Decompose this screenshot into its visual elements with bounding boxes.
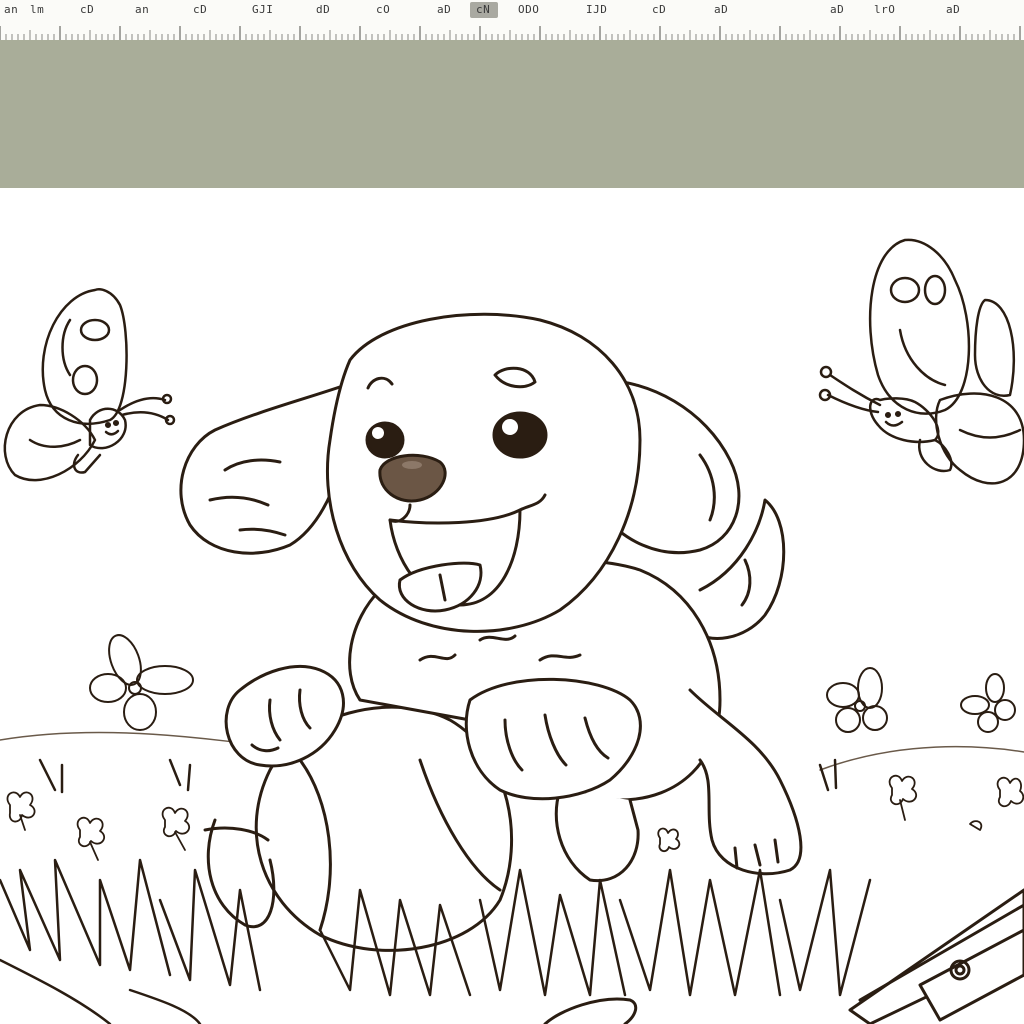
ruler-label: ODO	[518, 3, 540, 16]
ruler-label: cD	[80, 3, 95, 16]
flower-left-icon	[89, 634, 194, 731]
ruler-label: dD	[316, 3, 331, 16]
horizontal-ruler[interactable]: an lm cD an cD GJI dD cO aD cN ODO IJD c…	[0, 0, 1024, 41]
drawing-app: an lm cD an cD GJI dD cO aD cN ODO IJD c…	[0, 0, 1024, 1024]
flower-right-icon	[826, 667, 888, 733]
ruler-label: cD	[652, 3, 667, 16]
ruler-label: IJD	[586, 3, 608, 16]
ruler-label: an	[135, 3, 150, 16]
butterfly-left-icon	[3, 288, 176, 482]
ruler-label: aD	[946, 3, 961, 16]
ruler-label: aD	[714, 3, 729, 16]
ruler-label: aD	[437, 3, 452, 16]
butterfly-right-icon	[818, 238, 1024, 485]
ruler-label: GJI	[252, 3, 274, 16]
flower-far-right-icon	[960, 673, 1016, 733]
ruler-label: lm	[30, 3, 45, 16]
drawing-canvas[interactable]	[0, 188, 1024, 1024]
puppy-nose	[378, 453, 447, 503]
selection-band[interactable]	[0, 40, 1024, 189]
coloring-page-artwork	[0, 238, 1024, 1024]
ruler-label: cD	[193, 3, 208, 16]
ruler-label: lrO	[874, 3, 896, 16]
ruler-label: an	[4, 3, 19, 16]
ruler-label: cO	[376, 3, 391, 16]
ruler-label: cN	[476, 3, 491, 16]
eraser-tool-icon	[543, 997, 638, 1024]
ruler-ticks	[0, 26, 1021, 40]
ruler-label: aD	[830, 3, 845, 16]
pencil-tool-icon	[848, 888, 1024, 1024]
